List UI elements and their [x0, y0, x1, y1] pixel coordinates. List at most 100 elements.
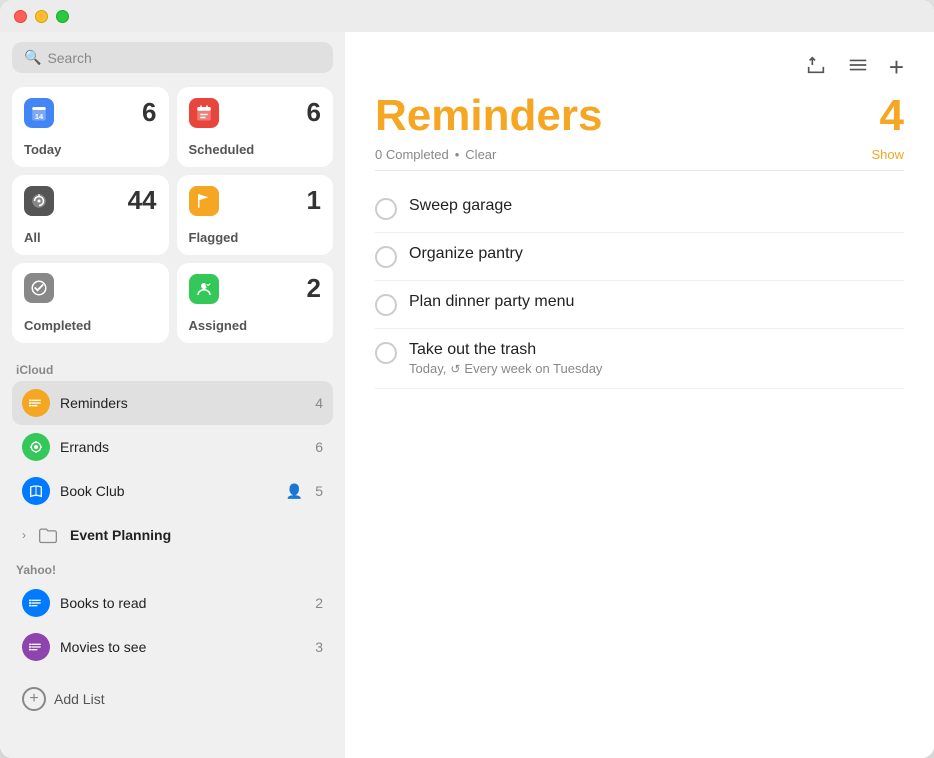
- scheduled-count: 6: [307, 97, 321, 128]
- folder-icon: [34, 521, 62, 549]
- smart-list-today[interactable]: 14 6 Today: [12, 87, 169, 167]
- reminder-item-trash[interactable]: Take out the trash Today, ↺ Every week o…: [375, 329, 904, 389]
- bookstoread-icon: [22, 589, 50, 617]
- separator: •: [455, 147, 460, 162]
- completed-icon: [24, 273, 54, 303]
- shared-icon: 👤: [286, 483, 303, 500]
- reminder-checkbox[interactable]: [375, 246, 397, 268]
- completed-row: 0 Completed • Clear Show: [375, 147, 904, 171]
- app-window: 🔍 Search 14 6: [0, 0, 934, 758]
- sidebar-item-bookstoread[interactable]: Books to read 2: [12, 581, 333, 625]
- assigned-count: 2: [307, 273, 321, 304]
- sidebar-group-eventplanning[interactable]: › Event Planning: [12, 513, 333, 557]
- reminder-checkbox[interactable]: [375, 198, 397, 220]
- bookstoread-label: Books to read: [60, 595, 305, 611]
- search-placeholder: Search: [47, 50, 91, 66]
- smart-grid: 14 6 Today: [12, 87, 333, 343]
- list-options-button[interactable]: [847, 54, 869, 82]
- minimize-button[interactable]: [35, 10, 48, 23]
- reminders-icon: [22, 389, 50, 417]
- icloud-section-header: iCloud: [12, 363, 333, 377]
- content-toolbar: +: [375, 52, 904, 83]
- titlebar: [0, 0, 934, 32]
- reminder-title: Sweep garage: [409, 197, 904, 215]
- yahoo-section-header: Yahoo!: [12, 563, 333, 577]
- moviestosee-icon: [22, 633, 50, 661]
- reminder-content: Plan dinner party menu: [409, 293, 904, 311]
- smart-list-completed[interactable]: Completed: [12, 263, 169, 343]
- bookclub-count: 5: [315, 483, 323, 499]
- moviestosee-count: 3: [315, 639, 323, 655]
- svg-text:14: 14: [35, 112, 44, 121]
- bookstoread-count: 2: [315, 595, 323, 611]
- reminder-checkbox[interactable]: [375, 294, 397, 316]
- smart-list-assigned[interactable]: 2 Assigned: [177, 263, 334, 343]
- reminder-item-organize[interactable]: Organize pantry: [375, 233, 904, 281]
- today-label: Today: [24, 142, 157, 157]
- flagged-icon: [189, 186, 219, 216]
- reminders-count: 4: [315, 395, 323, 411]
- flagged-label: Flagged: [189, 230, 322, 245]
- sidebar-item-bookclub[interactable]: Book Club 👤 5: [12, 469, 333, 513]
- smart-list-scheduled[interactable]: 6 Scheduled: [177, 87, 334, 167]
- moviestosee-label: Movies to see: [60, 639, 305, 655]
- sidebar-item-moviestosee[interactable]: Movies to see 3: [12, 625, 333, 669]
- show-button[interactable]: Show: [871, 147, 904, 162]
- assigned-icon: [189, 274, 219, 304]
- errands-icon: [22, 433, 50, 461]
- all-count: 44: [128, 185, 157, 216]
- all-label: All: [24, 230, 157, 245]
- clear-button[interactable]: Clear: [465, 147, 496, 162]
- errands-label: Errands: [60, 439, 305, 455]
- content-count: 4: [880, 91, 904, 141]
- close-button[interactable]: [14, 10, 27, 23]
- bookclub-icon: [22, 477, 50, 505]
- reminder-list: Sweep garage Organize pantry Plan dinner…: [375, 185, 904, 389]
- flagged-count: 1: [307, 185, 321, 216]
- content-title: Reminders: [375, 91, 602, 141]
- reminder-recurrence: Every week on Tuesday: [464, 361, 602, 376]
- add-reminder-button[interactable]: +: [889, 52, 904, 83]
- completed-label: Completed: [24, 318, 157, 333]
- content-area: + Reminders 4 0 Completed • Clear Show: [345, 32, 934, 758]
- main-layout: 🔍 Search 14 6: [0, 32, 934, 758]
- sidebar-item-errands[interactable]: Errands 6: [12, 425, 333, 469]
- search-bar[interactable]: 🔍 Search: [12, 42, 333, 73]
- scheduled-icon: [189, 98, 219, 128]
- repeat-icon: ↺: [450, 362, 460, 376]
- reminder-date: Today,: [409, 361, 446, 376]
- traffic-lights: [14, 10, 69, 23]
- add-icon: +: [22, 687, 46, 711]
- all-icon: [24, 186, 54, 216]
- maximize-button[interactable]: [56, 10, 69, 23]
- reminders-label: Reminders: [60, 395, 305, 411]
- scheduled-label: Scheduled: [189, 142, 322, 157]
- add-list-button[interactable]: + Add List: [12, 679, 333, 719]
- errands-count: 6: [315, 439, 323, 455]
- reminder-content: Take out the trash Today, ↺ Every week o…: [409, 341, 904, 376]
- sidebar: 🔍 Search 14 6: [0, 32, 345, 758]
- reminder-item-dinner[interactable]: Plan dinner party menu: [375, 281, 904, 329]
- smart-list-all[interactable]: 44 All: [12, 175, 169, 255]
- today-icon: 14: [24, 98, 54, 128]
- reminder-item-sweep[interactable]: Sweep garage: [375, 185, 904, 233]
- reminder-title: Plan dinner party menu: [409, 293, 904, 311]
- reminder-subtitle: Today, ↺ Every week on Tuesday: [409, 361, 904, 376]
- today-count: 6: [142, 97, 156, 128]
- reminder-title: Organize pantry: [409, 245, 904, 263]
- share-button[interactable]: [805, 54, 827, 82]
- reminder-title: Take out the trash: [409, 341, 904, 359]
- reminder-content: Sweep garage: [409, 197, 904, 215]
- sidebar-item-reminders[interactable]: Reminders 4: [12, 381, 333, 425]
- bookclub-label: Book Club: [60, 483, 276, 499]
- add-list-label: Add List: [54, 691, 105, 707]
- reminder-checkbox[interactable]: [375, 342, 397, 364]
- eventplanning-label: Event Planning: [70, 527, 171, 543]
- chevron-icon: ›: [22, 528, 26, 542]
- content-header: Reminders 4: [375, 91, 904, 141]
- search-icon: 🔍: [24, 49, 41, 66]
- assigned-label: Assigned: [189, 318, 322, 333]
- completed-count-label: 0 Completed: [375, 147, 449, 162]
- smart-list-flagged[interactable]: 1 Flagged: [177, 175, 334, 255]
- reminder-content: Organize pantry: [409, 245, 904, 263]
